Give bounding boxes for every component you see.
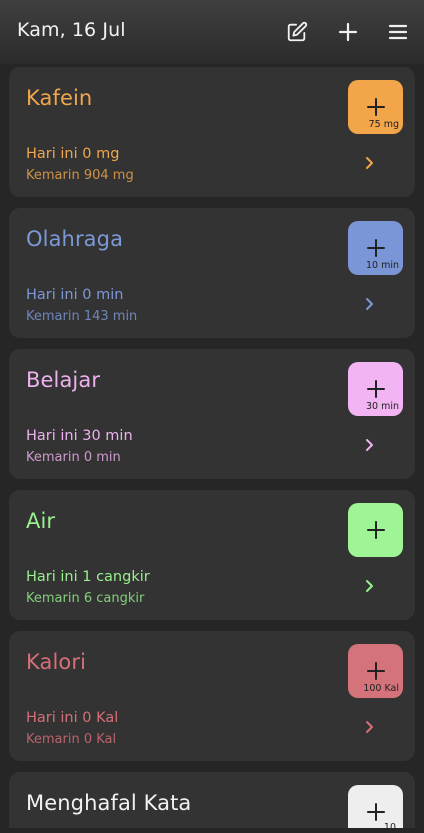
tracker-yesterday-value: Kemarin 143 min (26, 309, 138, 324)
tracker-card-kalori[interactable]: Kalori Hari ini 0 Kal Kemarin 0 Kal 100 … (9, 631, 415, 761)
tracker-title: Air (26, 509, 56, 533)
quick-add-button[interactable]: 75 mg (348, 80, 403, 134)
edit-icon[interactable] (285, 20, 309, 44)
plus-icon (366, 803, 385, 821)
tracker-today-value: Hari ini 1 cangkir (26, 569, 150, 585)
tracker-today-value: Hari ini 30 min (26, 428, 133, 444)
tracker-title: Kalori (26, 650, 87, 674)
quick-add-amount: 10 min (365, 260, 399, 271)
chevron-right-icon[interactable] (364, 156, 376, 170)
chevron-right-icon[interactable] (364, 720, 376, 734)
current-date: Kam, 16 Jul (17, 19, 126, 41)
chevron-right-icon[interactable] (364, 438, 376, 452)
plus-icon (366, 98, 385, 116)
tracker-card-air[interactable]: Air Hari ini 1 cangkir Kemarin 6 cangkir (9, 490, 415, 620)
plus-icon (366, 239, 385, 257)
quick-add-amount: 75 mg (368, 119, 399, 130)
chevron-right-icon[interactable] (364, 579, 376, 593)
tracker-title: Kafein (26, 86, 93, 110)
tracker-today-value: Hari ini 0 Kal (26, 710, 119, 726)
top-app-bar: Kam, 16 Jul (0, 0, 424, 64)
tracker-title: Olahraga (26, 227, 124, 251)
quick-add-button[interactable]: 100 Kal (348, 644, 403, 698)
quick-add-button[interactable]: 10 min (348, 221, 403, 275)
tracker-yesterday-value: Kemarin 0 Kal (26, 732, 117, 747)
tracker-card-belajar[interactable]: Belajar Hari ini 30 min Kemarin 0 min 30… (9, 349, 415, 479)
quick-add-amount: 30 min (365, 401, 399, 412)
quick-add-amount: 100 Kal (363, 683, 399, 694)
tracker-yesterday-value: Kemarin 904 mg (26, 168, 134, 183)
tracker-yesterday-value: Kemarin 6 cangkir (26, 591, 145, 606)
chevron-right-icon[interactable] (364, 297, 376, 311)
tracker-title: Menghafal Kata (26, 791, 192, 815)
plus-icon (366, 380, 385, 398)
plus-icon (366, 662, 385, 680)
plus-icon[interactable] (336, 20, 360, 44)
quick-add-button[interactable]: 30 min (348, 362, 403, 416)
tracker-card-menghafal-kata[interactable]: Menghafal Kata 10 (9, 772, 415, 833)
plus-icon (366, 521, 385, 539)
quick-add-button[interactable] (348, 503, 403, 557)
tracker-today-value: Hari ini 0 min (26, 287, 124, 303)
menu-icon[interactable] (386, 20, 410, 44)
tracker-yesterday-value: Kemarin 0 min (26, 450, 121, 465)
tracker-title: Belajar (26, 368, 101, 392)
tracker-today-value: Hari ini 0 mg (26, 146, 120, 162)
tracker-card-olahraga[interactable]: Olahraga Hari ini 0 min Kemarin 143 min … (9, 208, 415, 338)
tracker-card-kafein[interactable]: Kafein Hari ini 0 mg Kemarin 904 mg 75 m… (9, 67, 415, 197)
quick-add-button[interactable]: 10 (348, 785, 403, 833)
